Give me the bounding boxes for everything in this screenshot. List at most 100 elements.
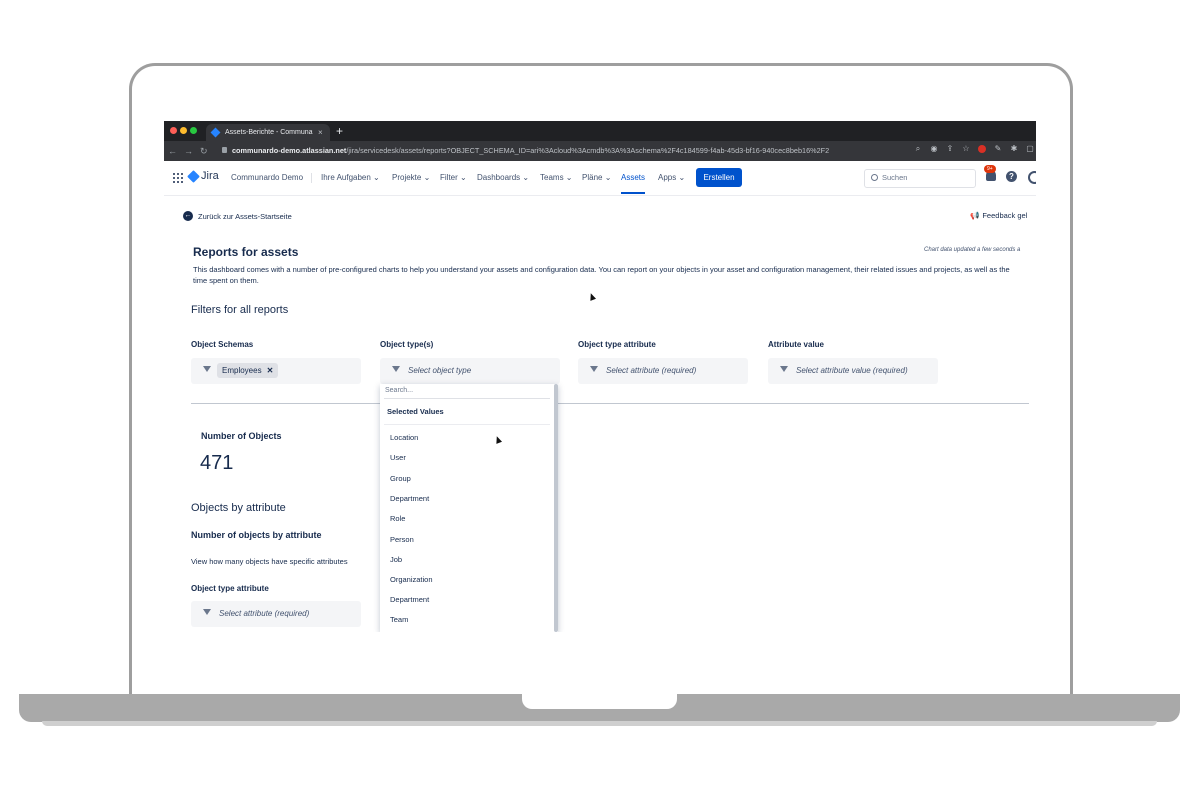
feedback-button[interactable]: 📢 Feedback gel: [970, 211, 1027, 220]
object-types-label: Object type(s): [380, 340, 434, 349]
back-arrow-icon[interactable]: ←: [168, 144, 177, 158]
minimize-window-button[interactable]: [180, 127, 187, 134]
create-button[interactable]: Erstellen: [696, 168, 742, 187]
url-path: /jira/servicedesk/assets/reports?OBJECT_…: [346, 146, 830, 155]
dropdown-option[interactable]: Role: [390, 514, 405, 523]
nav-teams[interactable]: Teams ⌄: [540, 173, 573, 182]
mouse-cursor-icon: [587, 292, 597, 301]
laptop-notch: [522, 694, 677, 709]
reload-icon[interactable]: ↻: [200, 144, 208, 158]
eye-icon[interactable]: ◉: [930, 145, 938, 153]
section-divider: [191, 403, 1029, 404]
notification-badge: 9+: [984, 165, 996, 173]
by-attribute-select[interactable]: Select attribute (required): [191, 601, 361, 627]
settings-gear-icon[interactable]: [1028, 171, 1036, 184]
nav-plaene[interactable]: Pläne ⌄: [582, 173, 611, 182]
schema-chip-label: Employees: [222, 366, 262, 375]
laptop-screen: Assets-Berichte - Communardo × + ← → ↻ c…: [164, 121, 1036, 632]
puzzle-extensions-icon[interactable]: ✱: [1010, 145, 1018, 153]
share-icon[interactable]: ⇪: [946, 145, 954, 153]
object-types-select[interactable]: Select object type: [380, 358, 560, 384]
dropdown-option[interactable]: User: [390, 453, 406, 462]
objects-by-attribute-subheading: Number of objects by attribute: [191, 530, 322, 540]
dropdown-option[interactable]: Team: [390, 615, 408, 624]
arrow-left-circle-icon: ←: [183, 211, 193, 221]
nav-assets[interactable]: Assets: [621, 173, 646, 194]
search-icon: [871, 174, 878, 181]
nav-label: Filter: [440, 173, 458, 182]
object-schemas-select[interactable]: Employees ✕: [191, 358, 361, 384]
attribute-value-select[interactable]: Select attribute value (required): [768, 358, 938, 384]
dropdown-option[interactable]: Location: [390, 433, 418, 442]
filter-icon: [203, 366, 211, 372]
schema-chip: Employees ✕: [217, 363, 279, 378]
number-of-objects-title: Number of Objects: [201, 431, 282, 441]
object-type-attribute-label: Object type attribute: [578, 340, 656, 349]
jira-top-nav: Jira Communardo Demo Ihre Aufgaben ⌄ Pro…: [164, 161, 1036, 196]
nav-ihre-aufgaben[interactable]: Ihre Aufgaben ⌄: [321, 173, 380, 182]
nav-label: Teams: [540, 173, 564, 182]
dropdown-option[interactable]: Organization: [390, 575, 433, 584]
forward-arrow-icon[interactable]: →: [184, 144, 193, 158]
browser-address-bar: ← → ↻ communardo-demo.atlassian.net/jira…: [164, 141, 1036, 161]
nav-label: Dashboards: [477, 173, 521, 182]
laptop-base-shadow: [42, 721, 1157, 726]
browser-tab[interactable]: Assets-Berichte - Communardo ×: [206, 124, 330, 141]
object-types-dropdown: Search... Selected Values Location User …: [380, 384, 558, 632]
jira-favicon-icon: [210, 127, 221, 138]
dropdown-option[interactable]: Department: [390, 595, 429, 604]
lock-icon: [222, 147, 227, 153]
dropdown-search-input[interactable]: Search...: [385, 387, 413, 394]
dropdown-option[interactable]: Job: [390, 555, 402, 564]
nav-apps[interactable]: Apps ⌄: [658, 173, 685, 182]
dropdown-scrollbar[interactable]: [554, 384, 558, 632]
nav-label: Pläne: [582, 173, 603, 182]
by-attribute-field-label: Object type attribute: [191, 584, 269, 593]
close-window-button[interactable]: [170, 127, 177, 134]
pen-extension-icon[interactable]: ✎: [994, 145, 1002, 153]
extension-red-icon[interactable]: [978, 145, 986, 153]
app-switcher-icon[interactable]: [172, 172, 183, 183]
jira-logo[interactable]: Jira: [187, 169, 219, 183]
maximize-window-button[interactable]: [190, 127, 197, 134]
nav-label: Apps: [658, 173, 677, 182]
dropdown-divider: [384, 424, 550, 425]
page-description: This dashboard comes with a number of pr…: [193, 265, 1010, 285]
dropdown-option[interactable]: Person: [390, 535, 414, 544]
dropdown-option[interactable]: Group: [390, 474, 411, 483]
new-tab-button[interactable]: +: [336, 123, 343, 139]
url-field[interactable]: communardo-demo.atlassian.net/jira/servi…: [232, 145, 872, 157]
feedback-label: Feedback gel: [982, 211, 1028, 220]
objects-by-attribute-description: View how many objects have specific attr…: [191, 557, 348, 566]
filters-heading: Filters for all reports: [191, 304, 289, 316]
chart-updated-note: Chart data updated a few seconds a: [924, 247, 1021, 253]
nav-projekte[interactable]: Projekte ⌄: [392, 173, 430, 182]
back-link-label: Zurück zur Assets-Startseite: [198, 211, 292, 221]
attribute-value-label: Attribute value: [768, 340, 825, 349]
nav-filter[interactable]: Filter ⌄: [440, 173, 467, 182]
search-input[interactable]: Suchen: [864, 169, 976, 188]
object-type-attribute-select[interactable]: Select attribute (required): [578, 358, 748, 384]
tab-close-icon[interactable]: ×: [318, 124, 323, 141]
object-schemas-label: Object Schemas: [191, 340, 254, 349]
help-icon[interactable]: ?: [1006, 171, 1017, 182]
remove-chip-icon[interactable]: ✕: [267, 363, 274, 378]
nav-dashboards[interactable]: Dashboards ⌄: [477, 173, 529, 182]
search-placeholder: Suchen: [882, 173, 908, 182]
nav-label: Projekte: [392, 173, 422, 182]
jira-logo-text: Jira: [201, 170, 219, 182]
back-link[interactable]: ← Zurück zur Assets-Startseite: [183, 211, 292, 221]
nav-separator: [311, 173, 312, 183]
filter-icon: [590, 366, 598, 372]
nav-project[interactable]: Communardo Demo: [231, 173, 303, 182]
dropdown-option[interactable]: Department: [390, 494, 429, 503]
dropdown-search-underline: [384, 398, 550, 399]
filter-icon: [780, 366, 788, 372]
zoom-icon[interactable]: ⌕: [914, 145, 922, 153]
bookmark-star-icon[interactable]: ☆: [962, 145, 970, 153]
object-types-placeholder: Select object type: [408, 366, 472, 375]
megaphone-icon: 📢: [970, 211, 980, 220]
dropdown-heading: Selected Values: [387, 407, 444, 416]
sidebar-icon[interactable]: ▢: [1026, 145, 1034, 153]
page-title: Reports for assets: [193, 245, 299, 259]
